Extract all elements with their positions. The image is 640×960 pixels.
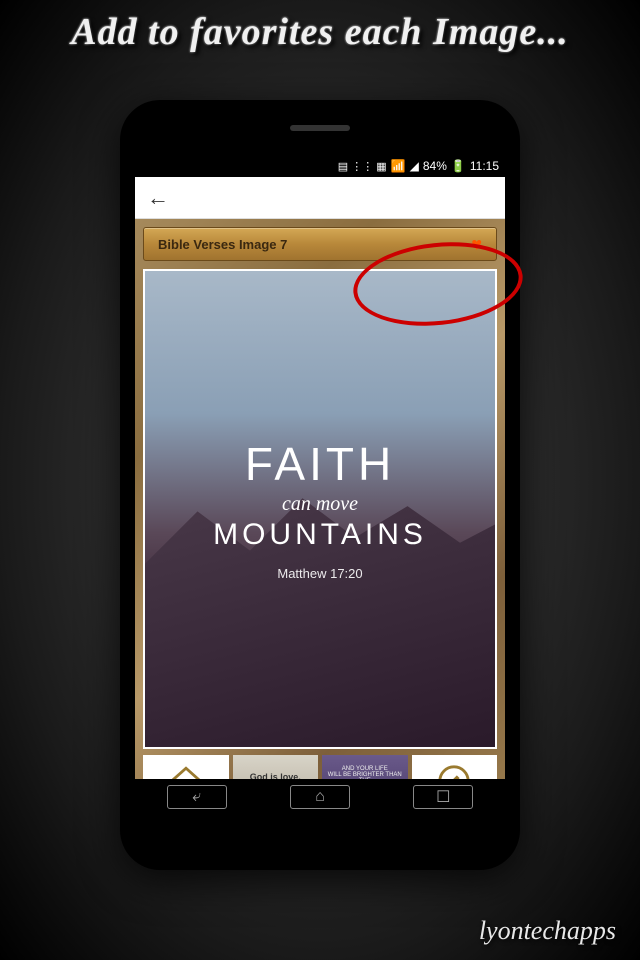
battery-icon: 🔋 xyxy=(451,159,466,173)
phone-frame: ▤ ⋮⋮ ▦ 📶 ◢ 84% 🔋 11:15 ← Bible Verses Im… xyxy=(120,100,520,870)
clock: 11:15 xyxy=(470,159,499,173)
main-verse-image[interactable]: FAITH can move MOUNTAINS Matthew 17:20 xyxy=(145,271,495,747)
verse-line-faith: FAITH xyxy=(213,437,427,491)
app-header: ← xyxy=(135,177,505,219)
android-nav-bar: ⤶ ⌂ ☐ xyxy=(135,779,505,815)
signal-icon: ◢ xyxy=(410,159,419,173)
nav-home-button[interactable]: ⌂ xyxy=(290,785,350,809)
nav-back-button[interactable]: ⤶ xyxy=(167,785,227,809)
verse-line-mountains: MOUNTAINS xyxy=(213,518,427,552)
verse-line-canmove: can move xyxy=(213,493,427,516)
favorite-heart-icon[interactable]: ♥ xyxy=(471,234,482,255)
image-title-bar: Bible Verses Image 7 ♥ xyxy=(143,227,497,261)
content-panel: Bible Verses Image 7 ♥ FAITH can move MO… xyxy=(135,219,505,815)
battery-percent: 84% xyxy=(423,159,447,173)
phone-speaker xyxy=(290,125,350,131)
android-status-bar: ▤ ⋮⋮ ▦ 📶 ◢ 84% 🔋 11:15 xyxy=(135,155,505,177)
image-title-text: Bible Verses Image 7 xyxy=(158,237,287,252)
wifi-icon: 📶 xyxy=(391,159,406,173)
promo-title: Add to favorites each Image... xyxy=(0,10,640,54)
footer-brand: lyontechapps xyxy=(479,916,616,946)
main-image-frame: FAITH can move MOUNTAINS Matthew 17:20 xyxy=(143,269,497,749)
status-icons: ▤ ⋮⋮ ▦ xyxy=(338,160,387,173)
nav-recent-button[interactable]: ☐ xyxy=(413,785,473,809)
back-button[interactable]: ← xyxy=(147,185,169,211)
phone-screen: ▤ ⋮⋮ ▦ 📶 ◢ 84% 🔋 11:15 ← Bible Verses Im… xyxy=(135,155,505,815)
verse-text: FAITH can move MOUNTAINS Matthew 17:20 xyxy=(213,437,427,581)
verse-reference: Matthew 17:20 xyxy=(213,566,427,581)
